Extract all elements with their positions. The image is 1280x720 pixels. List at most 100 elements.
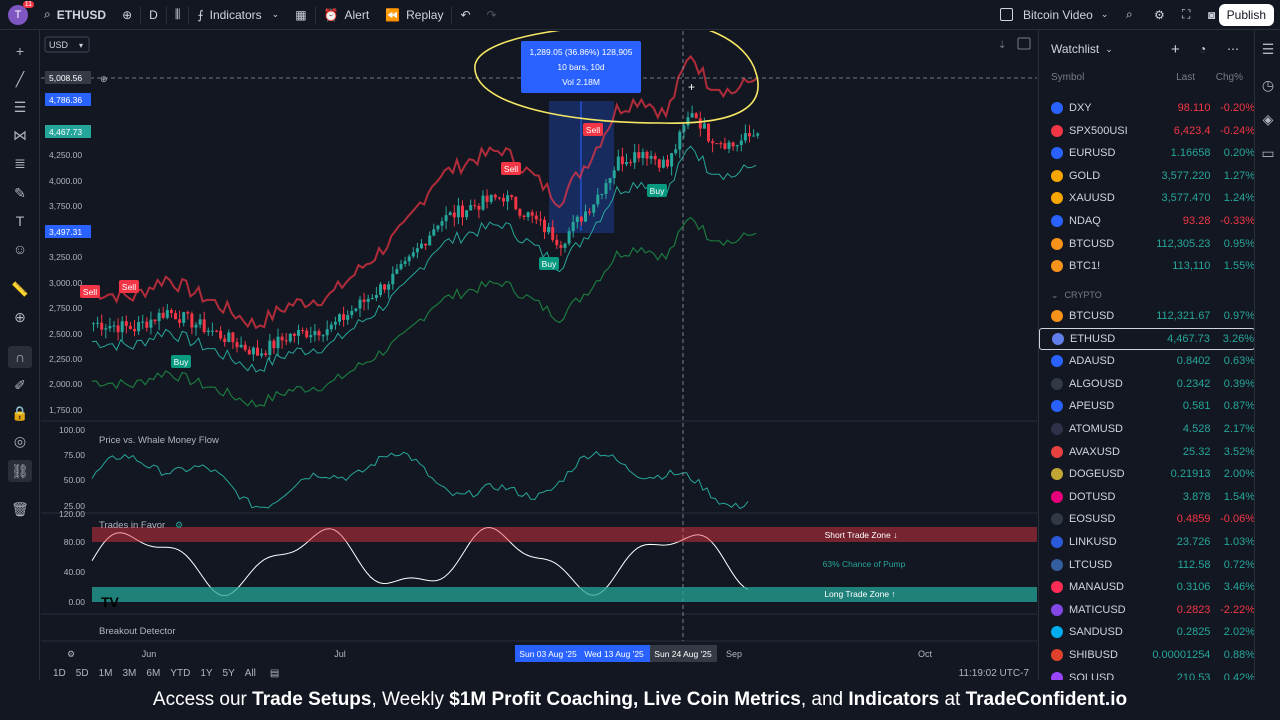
watchlist-row[interactable]: DXY 98.110 -0.20% (1039, 97, 1255, 119)
watchlist-row[interactable]: ADAUSD 0.8402 0.63% (1039, 350, 1255, 372)
watchlist-row[interactable]: ETHUSD 4,467.73 3.26% (1039, 327, 1255, 350)
watchlist-last: 3.878 (1182, 490, 1211, 503)
hide-icon[interactable]: ◎ (8, 430, 32, 452)
maximize-icon[interactable] (1017, 37, 1031, 50)
chart-panel[interactable]: USD ▾ Sell Sell Sell Sell Buy Buy Buy + 1,289.… (41, 21, 1037, 666)
crosshair-icon[interactable]: + (8, 40, 32, 62)
watchlist-row[interactable]: LTCUSD 112.58 0.72% (1039, 554, 1255, 576)
watchlist-row[interactable]: GOLD 3,577.220 1.27% (1039, 165, 1255, 187)
watchlist-row[interactable]: DOGEUSD 0.21913 2.00% (1039, 463, 1255, 485)
range-6m[interactable]: 6M (146, 668, 160, 679)
watchlist-row[interactable]: XAUUSD 3,577.470 1.24% (1039, 187, 1255, 209)
layout-selector[interactable]: Bitcoin Video ⌄ (992, 0, 1116, 30)
scroll-down-icon[interactable]: ⇣ (998, 40, 1006, 51)
range-1m[interactable]: 1M (99, 668, 113, 679)
interval-button[interactable]: D (141, 0, 166, 30)
zoom-icon[interactable]: ⊕ (8, 306, 32, 328)
candle-body (399, 264, 403, 270)
candle-body (567, 231, 571, 244)
range-all[interactable]: All (245, 668, 256, 679)
horizontal-lines-icon[interactable]: ☰ (8, 96, 32, 118)
undo-button[interactable]: ↶ (452, 0, 478, 30)
watchlist-row[interactable]: SPX500USI 6,423.4 -0.24% (1039, 120, 1255, 142)
watchlist-row[interactable]: DOTUSD 3.878 1.54% (1039, 486, 1255, 508)
compare-button[interactable]: ⊕ (114, 0, 140, 30)
watchlist-title[interactable]: Watchlist (1051, 42, 1099, 56)
link-icon[interactable]: ⛓ (8, 460, 32, 482)
trend-line-icon[interactable]: ╱ (8, 68, 32, 90)
ruler-icon[interactable]: 📏 (8, 278, 32, 300)
fullscreen-button[interactable]: ⛶ (1174, 0, 1198, 30)
settings-button[interactable]: ⚙ (1146, 0, 1173, 30)
price-axis-label: 3,000.00 (49, 278, 82, 288)
candle-body (370, 298, 374, 300)
redo-button[interactable]: ↷ (479, 0, 505, 30)
chart-icon[interactable]: ◔ (1199, 42, 1206, 56)
candle-body (141, 321, 145, 323)
text-icon[interactable]: T (8, 210, 32, 232)
watchlist-row[interactable]: MATICUSD 0.2823 -2.22% (1039, 599, 1255, 621)
more-icon[interactable]: ⋯ (1227, 42, 1239, 56)
alarm-icon[interactable]: ◷ (1256, 74, 1280, 96)
watchlist-row[interactable]: EOSUSD 0.4859 -0.06% (1039, 508, 1255, 530)
range-5d[interactable]: 5D (76, 668, 89, 679)
section-header[interactable]: ⌄ CRYPTO (1051, 290, 1102, 301)
watchlist-row[interactable]: APEUSD 0.581 0.87% (1039, 395, 1255, 417)
candle-body (452, 212, 456, 218)
layouts-button[interactable]: ▦ (287, 0, 314, 30)
brush-icon[interactable]: ✎ (8, 182, 32, 204)
calendar-icon[interactable]: ▤ (270, 668, 279, 679)
alert-button[interactable]: ⏰ Alert (316, 0, 378, 30)
replay-button[interactable]: ⏪ Replay (377, 0, 451, 30)
symbol-search[interactable]: ⌕ ETHUSD (36, 0, 114, 30)
gear-icon[interactable]: ⚙ (67, 649, 75, 659)
pattern-icon[interactable]: ⋈ (8, 124, 32, 146)
range-ytd[interactable]: YTD (170, 668, 190, 679)
watchlist-row[interactable]: EURUSD 1.16658 0.20% (1039, 142, 1255, 164)
watchlist-row[interactable]: BTC1! 113,110 1.55% (1039, 255, 1255, 277)
watchlist-row[interactable]: BTCUSD 112,321.67 0.97% (1039, 305, 1255, 327)
candle-body (616, 156, 620, 171)
range-1d[interactable]: 1D (53, 668, 66, 679)
watchlist-row[interactable]: ALGOUSD 0.2342 0.39% (1039, 373, 1255, 395)
column-symbol[interactable]: Symbol (1051, 72, 1151, 83)
watchlist-row[interactable]: SANDUSD 0.2825 2.02% (1039, 621, 1255, 643)
range-3m[interactable]: 3M (123, 668, 137, 679)
emoji-icon[interactable]: ☺ (8, 238, 32, 260)
plus-circle-icon[interactable]: ⊕ (100, 74, 108, 84)
candle-body (596, 194, 600, 205)
watchlist-row[interactable]: NDAQ 93.28 -0.33% (1039, 210, 1255, 232)
lock-icon[interactable]: 🔒 (8, 402, 32, 424)
add-symbol-icon[interactable]: + (1171, 41, 1180, 58)
column-chg[interactable]: Chg% (1195, 72, 1243, 83)
lock-draw-icon[interactable]: ✐ (8, 374, 32, 396)
watchlist-icon[interactable]: ☰ (1256, 38, 1280, 60)
watchlist-symbol: DOTUSD (1069, 490, 1116, 503)
watchlist-row[interactable]: AVAXUSD 25.32 3.52% (1039, 441, 1255, 463)
price-chart[interactable]: USD ▾ Sell Sell Sell Sell Buy Buy Buy + 1,289.… (41, 21, 1037, 666)
watchlist-row[interactable]: MANAUSD 0.3106 3.46% (1039, 576, 1255, 598)
watchlist-row[interactable]: LINKUSD 23.726 1.03% (1039, 531, 1255, 553)
watchlist-row[interactable]: SHIBUSD 0.00001254 0.88% (1039, 644, 1255, 666)
indicators-button[interactable]: ⨍ Indicators ⌄ (189, 0, 287, 30)
watchlist-row[interactable]: ATOMUSD 4.528 2.17% (1039, 418, 1255, 440)
banner-link[interactable]: TradeConfident.io (966, 689, 1128, 711)
candle-body (149, 319, 153, 328)
layers-icon[interactable]: ◈ (1256, 108, 1280, 130)
quick-search-button[interactable]: ⌕ (1118, 0, 1141, 30)
trash-icon[interactable]: 🗑 (8, 498, 32, 520)
chart-type-button[interactable]: ⫼ (167, 0, 189, 30)
column-last[interactable]: Last (1151, 72, 1195, 83)
user-avatar[interactable]: T 11 (8, 0, 34, 25)
tif-axis-label: 40.00 (64, 567, 86, 577)
watchlist-row[interactable]: BTCUSD 112,305.23 0.95% (1039, 233, 1255, 255)
clock-label[interactable]: 11:19:02 UTC-7 (959, 668, 1029, 679)
magnet-icon[interactable]: ∩ (8, 346, 32, 368)
settings-icon[interactable]: ⚙ (175, 520, 183, 530)
chat-icon[interactable]: ▭ (1256, 142, 1280, 164)
range-5y[interactable]: 5Y (223, 668, 235, 679)
chevron-down-icon[interactable]: ⌄ (1105, 44, 1113, 55)
fib-icon[interactable]: ≣ (8, 152, 32, 174)
range-1y[interactable]: 1Y (200, 668, 212, 679)
publish-button[interactable]: Publish (1218, 4, 1274, 26)
